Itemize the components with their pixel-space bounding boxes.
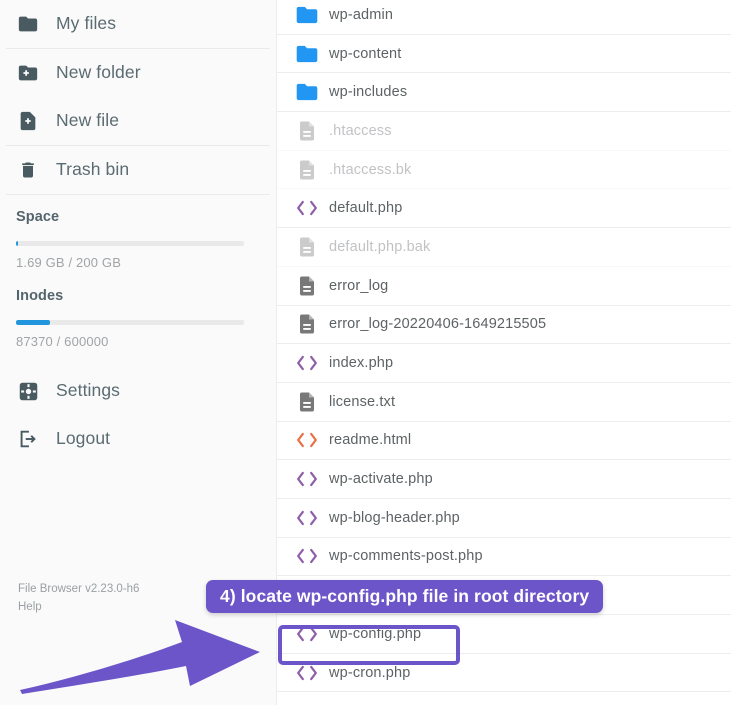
table-row[interactable]: error_log	[277, 266, 731, 306]
usage-space-text: 1.69 GB / 200 GB	[16, 255, 122, 270]
file-name: wp-config.php	[329, 625, 422, 642]
sidebar-item-label: My files	[56, 13, 117, 34]
document-file-icon	[285, 274, 329, 298]
code-file-icon	[285, 545, 329, 567]
file-name: wp-activate.php	[329, 471, 433, 488]
usage-inodes: Inodes 87370 / 600000	[0, 274, 276, 353]
sidebar-item-my-files[interactable]: My files	[0, 0, 276, 48]
logout-icon	[16, 427, 40, 451]
sidebar-item-new-folder[interactable]: New folder	[0, 49, 276, 97]
app-version: File Browser v2.23.0-h6	[18, 583, 140, 596]
usage-inodes-bar	[16, 320, 244, 325]
sidebar-item-label: Trash bin	[56, 159, 130, 180]
file-name: .htaccess.bk	[329, 161, 412, 178]
file-name: default.php	[329, 200, 403, 217]
file-name: readme.html	[329, 432, 412, 449]
code-file-icon	[285, 468, 329, 490]
sidebar-item-trash-bin[interactable]: Trash bin	[0, 146, 276, 194]
code-file-icon	[285, 623, 329, 645]
sidebar-item-label: Settings	[56, 380, 121, 401]
file-name: error_log-20220406-1649215505	[329, 316, 547, 333]
code-file-icon	[285, 662, 329, 684]
sidebar-footer: File Browser v2.23.0-h6 Help	[18, 581, 139, 617]
table-row[interactable]: error_log-20220406-1649215505	[277, 305, 731, 345]
file-name: wp-content	[329, 45, 402, 62]
usage-inodes-bar-fill	[16, 320, 51, 325]
usage-space: Space 1.69 GB / 200 GB	[0, 195, 276, 274]
sidebar: My files New folder New file Trash bin S…	[0, 0, 277, 705]
code-file-icon	[285, 352, 329, 374]
folder-plus-icon	[16, 61, 40, 85]
code-file-icon	[285, 507, 329, 529]
file-browser-app: My files New folder New file Trash bin S…	[0, 0, 731, 705]
table-row[interactable]: default.php.bak	[277, 228, 731, 267]
table-row[interactable]: default.php	[277, 189, 731, 229]
sidebar-item-label: New file	[56, 110, 120, 131]
usage-inodes-text: 87370 / 600000	[16, 334, 109, 349]
usage-space-bar	[16, 241, 244, 246]
table-row[interactable]: wp-cron.php	[277, 653, 731, 693]
file-name: wp-admin	[329, 6, 394, 23]
table-row[interactable]: .htaccess	[277, 112, 731, 151]
code-file-icon	[285, 429, 329, 451]
trash-icon	[16, 158, 40, 182]
table-row[interactable]: license.txt	[277, 382, 731, 422]
file-name: wp-cron.php	[329, 664, 411, 681]
table-row[interactable]: wp-config-sample.php	[277, 576, 731, 615]
file-name: wp-config-sample.php	[329, 587, 474, 604]
table-row[interactable]: wp-config.php	[277, 615, 731, 654]
table-row[interactable]: wp-activate.php	[277, 460, 731, 499]
code-file-icon	[285, 197, 329, 219]
file-name: index.php	[329, 355, 394, 372]
document-file-icon	[285, 158, 329, 182]
document-file-icon	[285, 390, 329, 414]
usage-space-bar-fill	[16, 241, 19, 246]
sidebar-item-logout[interactable]: Logout	[0, 415, 276, 463]
table-row[interactable]: readme.html	[277, 421, 731, 461]
help-link[interactable]: Help	[18, 599, 139, 617]
gear-icon	[16, 379, 40, 403]
usage-inodes-title: Inodes	[16, 288, 64, 304]
usage-space-title: Space	[16, 209, 60, 225]
table-row[interactable]: index.php	[277, 344, 731, 383]
document-file-icon	[285, 312, 329, 336]
document-file-icon	[285, 235, 329, 259]
file-name: license.txt	[329, 393, 396, 410]
sidebar-item-settings[interactable]: Settings	[0, 367, 276, 415]
sidebar-primary-nav: My files New folder New file Trash bin	[0, 0, 276, 195]
file-name: wp-includes	[329, 84, 408, 101]
file-name: wp-blog-header.php	[329, 509, 460, 526]
folder-icon	[285, 2, 329, 28]
file-name: wp-comments-post.php	[329, 548, 483, 565]
file-plus-icon	[16, 109, 40, 133]
table-row[interactable]: wp-comments-post.php	[277, 537, 731, 577]
folder-icon	[16, 12, 40, 36]
file-name: default.php.bak	[329, 238, 431, 255]
code-file-icon	[285, 584, 329, 606]
file-name: .htaccess	[329, 122, 392, 139]
file-name: error_log	[329, 277, 389, 294]
document-file-icon	[285, 119, 329, 143]
folder-icon	[285, 41, 329, 67]
sidebar-item-label: New folder	[56, 62, 141, 83]
table-row[interactable]: wp-includes	[277, 73, 731, 113]
table-row[interactable]: wp-admin	[277, 0, 731, 35]
file-listing[interactable]: wp-admin wp-content wp-includes .htaccess .h…	[277, 0, 731, 705]
sidebar-item-label: Logout	[56, 428, 111, 449]
table-row[interactable]: .htaccess.bk	[277, 150, 731, 190]
table-row[interactable]: wp-content	[277, 34, 731, 74]
sidebar-item-new-file[interactable]: New file	[0, 97, 276, 145]
folder-icon	[285, 79, 329, 105]
file-listing-rows: wp-admin wp-content wp-includes .htaccess .h…	[277, 0, 731, 693]
table-row[interactable]: wp-blog-header.php	[277, 498, 731, 538]
